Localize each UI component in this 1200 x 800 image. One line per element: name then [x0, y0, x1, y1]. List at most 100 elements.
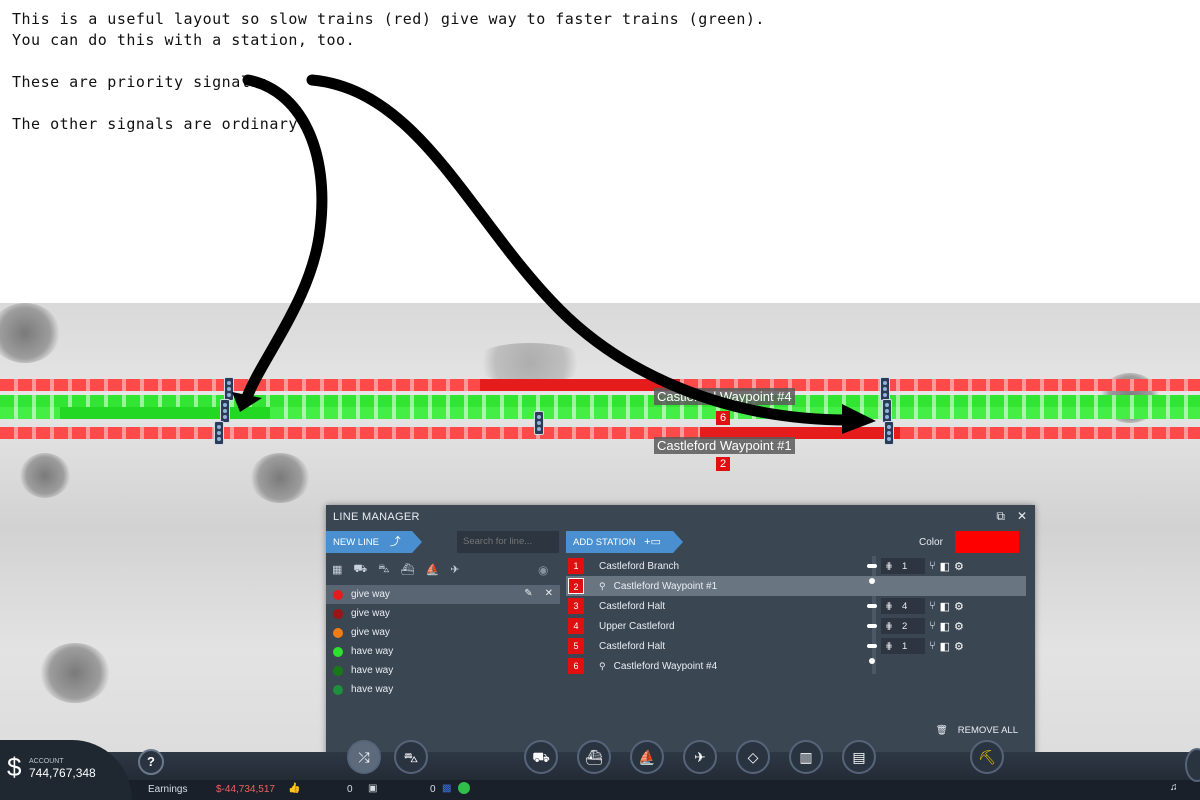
stop-name: Upper Castleford	[599, 620, 675, 632]
stop-name: Castleford Halt	[599, 600, 666, 612]
stop-marker	[867, 604, 877, 608]
line-name: give way	[351, 608, 390, 619]
industry-button[interactable]: ▤	[842, 740, 876, 774]
stop-number: 5	[568, 638, 584, 654]
load-mode-icon[interactable]: ◧	[940, 600, 950, 613]
line-item[interactable]: give way ✎ ✕	[326, 585, 560, 604]
add-station-icon: +▭	[644, 536, 661, 548]
unload-icon[interactable]: ⚙	[954, 600, 964, 613]
platform-icon: ⋕	[885, 560, 893, 572]
filter-rail-icon[interactable]: ⛴	[401, 563, 415, 577]
filter-road-icon[interactable]: ⛟	[353, 563, 367, 577]
add-station-label: ADD STATION	[573, 537, 636, 548]
line-name: have way	[351, 684, 394, 695]
platform-box[interactable]: ⋕ 2	[881, 618, 925, 634]
add-station-button[interactable]: ADD STATION +▭	[566, 531, 683, 553]
terrain-button[interactable]: ◇	[736, 740, 770, 774]
close-icon[interactable]: ✕	[1017, 509, 1027, 524]
waypoint-marker	[869, 578, 875, 584]
platform-number: 4	[901, 600, 908, 612]
remove-all-button[interactable]: 🗑 REMOVE ALL	[936, 725, 1018, 736]
earnings-label: Earnings	[148, 784, 188, 795]
branch-icon[interactable]: ⑂	[929, 600, 936, 612]
road-vehicles-button[interactable]: ⛟	[524, 740, 558, 774]
line-item[interactable]: give way	[326, 623, 560, 642]
line-color-dot	[333, 608, 343, 619]
load-mode-icon[interactable]: ◧	[940, 620, 950, 633]
stop-marker	[867, 644, 877, 648]
platform-number: 1	[901, 560, 908, 572]
line-name: have way	[351, 646, 394, 657]
platform-box[interactable]: ⋕ 1	[881, 558, 925, 574]
arrow-right-head	[842, 404, 876, 434]
stop-row[interactable]: 6 ⚲ Castleford Waypoint #4	[566, 656, 1026, 676]
popout-icon[interactable]: ⧉	[996, 509, 1005, 524]
air-button[interactable]: ✈	[683, 740, 717, 774]
unload-icon[interactable]: ⚙	[954, 560, 964, 573]
bottom-hud: Earnings $-44,734,517 👍 0 ▣ 0 ▩ ♫ $ ACCO…	[0, 740, 1200, 800]
filter-tram-icon[interactable]: ⛍	[378, 563, 389, 577]
line-name: have way	[351, 665, 394, 676]
stop-marker	[867, 564, 877, 568]
delete-x-icon[interactable]: ✕	[545, 588, 553, 599]
line-item[interactable]: give way	[326, 604, 560, 623]
filter-all-icon[interactable]: ▦	[332, 563, 342, 577]
stop-row[interactable]: 3 Castleford Halt ⋕ 4 ⑂ ◧ ⚙	[566, 596, 1026, 616]
unload-icon[interactable]: ⚙	[954, 620, 964, 633]
ok-check-icon	[458, 782, 470, 794]
rail-button[interactable]: ⛴	[577, 740, 611, 774]
visibility-eye-icon[interactable]: ◉	[538, 563, 548, 577]
platform-box[interactable]: ⋕ 4	[881, 598, 925, 614]
color-swatch[interactable]	[955, 531, 1019, 553]
line-list: give way ✎ ✕ give way give way have way …	[326, 585, 560, 699]
bulldoze-button[interactable]: ⛏	[970, 740, 1004, 774]
platform-number: 1	[901, 640, 908, 652]
trash-icon: 🗑	[935, 725, 948, 736]
platform-icon: ⋕	[885, 600, 893, 612]
search-line-input[interactable]	[457, 531, 559, 553]
stop-row[interactable]: 5 Castleford Halt ⋕ 1 ⑂ ◧ ⚙	[566, 636, 1026, 656]
vehicle-manager-button[interactable]: ⛍	[394, 740, 428, 774]
line-item[interactable]: have way	[326, 661, 560, 680]
color-label: Color	[919, 537, 943, 548]
line-color-dot	[333, 627, 343, 638]
line-name: give way	[351, 589, 390, 600]
edit-pencil-icon[interactable]: ✎	[524, 588, 532, 599]
town-button[interactable]: ▥	[789, 740, 823, 774]
stop-row[interactable]: 1 Castleford Branch ⋕ 1 ⑂ ◧ ⚙	[566, 556, 1026, 576]
load-mode-icon[interactable]: ◧	[940, 560, 950, 573]
stop-number: 2	[568, 578, 584, 594]
stop-name: Castleford Branch	[599, 560, 680, 572]
new-line-button[interactable]: NEW LINE ⤴	[326, 531, 422, 553]
stop-name: Castleford Waypoint #4	[613, 660, 718, 672]
line-item[interactable]: have way	[326, 680, 560, 699]
cube-icon: ▣	[368, 783, 378, 794]
branch-icon[interactable]: ⑂	[929, 620, 936, 632]
line-item[interactable]: have way	[326, 642, 560, 661]
stop-row[interactable]: 4 Upper Castleford ⋕ 2 ⑂ ◧ ⚙	[566, 616, 1026, 636]
line-name: give way	[351, 627, 390, 638]
ship-button[interactable]: ⛵	[630, 740, 664, 774]
arrow-left-head	[232, 392, 262, 412]
platform-box[interactable]: ⋕ 1	[881, 638, 925, 654]
stop-row[interactable]: 2 ⚲ Castleford Waypoint #1	[566, 576, 1026, 596]
line-color-dot	[333, 589, 343, 600]
filter-air-icon[interactable]: ✈	[450, 563, 459, 577]
stop-list: 1 Castleford Branch ⋕ 1 ⑂ ◧ ⚙ 2 ⚲ Castlef…	[566, 556, 1026, 676]
help-button[interactable]: ?	[138, 749, 164, 775]
dollar-icon: $	[7, 752, 22, 782]
branch-icon[interactable]: ⑂	[929, 640, 936, 652]
line-color-dot	[333, 665, 343, 676]
music-icon[interactable]: ♫	[1170, 782, 1178, 793]
line-manager-panel: LINE MANAGER ⧉ ✕ NEW LINE ⤴ ADD STATION …	[326, 505, 1035, 758]
stop-marker	[867, 624, 877, 628]
filter-water-icon[interactable]: ⛵	[426, 563, 440, 577]
platform-icon: ⋕	[885, 620, 893, 632]
new-line-label: NEW LINE	[333, 537, 379, 548]
load-mode-icon[interactable]: ◧	[940, 640, 950, 653]
unload-icon[interactable]: ⚙	[954, 640, 964, 653]
line-manager-button[interactable]: ⤮	[347, 740, 381, 774]
line-color-dot	[333, 684, 343, 695]
branch-icon[interactable]: ⑂	[929, 560, 936, 572]
account-widget[interactable]: $ ACCOUNT 744,767,348	[0, 740, 132, 800]
